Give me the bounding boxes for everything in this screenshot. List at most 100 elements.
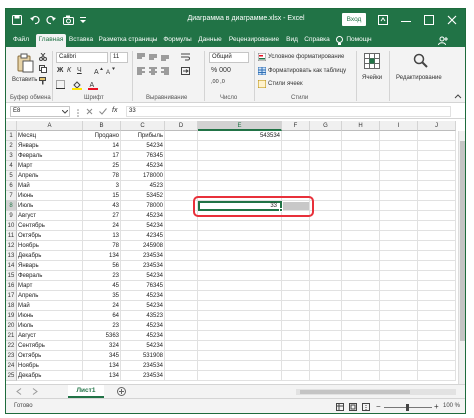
bold-button[interactable]: Ж [57,67,63,74]
cell-e[interactable] [198,231,282,241]
cell-e[interactable] [198,271,282,281]
cell-i[interactable] [380,251,418,261]
format-as-table-button[interactable]: Форматировать как таблицу [268,68,346,74]
cell-c[interactable]: 45234 [121,161,165,171]
close-icon[interactable] [447,15,457,25]
cell-d[interactable] [165,371,198,381]
cell-b[interactable]: 24 [83,301,121,311]
italic-button[interactable]: К [67,67,71,74]
cell-a[interactable]: Январь [17,141,83,151]
cell-a[interactable]: Декабрь [17,371,83,381]
cell-e[interactable] [198,251,282,261]
cell-f[interactable] [282,251,310,261]
cell-c[interactable]: 43523 [121,311,165,321]
cell-a[interactable]: Май [17,181,83,191]
cell-g[interactable] [310,341,342,351]
cell-b[interactable]: 14 [83,141,121,151]
cell-b[interactable]: 64 [83,311,121,321]
cell-f[interactable] [282,171,310,181]
cell-c[interactable]: 76345 [121,281,165,291]
tab-view[interactable]: Вид [283,34,301,47]
cell-g[interactable] [310,171,342,181]
cell-i[interactable] [380,131,418,141]
cell-a[interactable]: Январь [17,261,83,271]
cell-f[interactable] [282,331,310,341]
cell-a[interactable]: Октябрь [17,231,83,241]
cell-g[interactable] [310,201,342,211]
cell-c[interactable]: 54234 [121,221,165,231]
row-header[interactable]: 3 [6,151,17,161]
cell-d[interactable] [165,281,198,291]
cell-c[interactable]: 45234 [121,331,165,341]
redo-icon[interactable] [46,15,56,25]
cell-h[interactable] [342,161,380,171]
ribbon-display-icon[interactable] [378,15,388,25]
vertical-scrollbar[interactable] [458,131,465,384]
maximize-icon[interactable] [424,15,434,25]
decimal-buttons[interactable]: ,00 ,0 [211,79,225,85]
column-header[interactable]: J [418,121,456,131]
scrollbar-thumb[interactable] [460,141,465,341]
column-header[interactable]: A [17,121,83,131]
cell-c[interactable]: 53452 [121,191,165,201]
cell-d[interactable] [165,311,198,321]
cell-b[interactable]: 78 [83,241,121,251]
cell-d[interactable] [165,171,198,181]
cell-j[interactable] [418,371,456,381]
row-header[interactable]: 21 [6,331,17,341]
cell-d[interactable] [165,261,198,271]
cell-h[interactable] [342,281,380,291]
cell-styles-button[interactable]: Стили ячеек [268,81,303,87]
cell-h[interactable] [342,331,380,341]
cell-b[interactable]: 134 [83,361,121,371]
zoom-level[interactable]: 100 % [443,403,460,409]
undo-icon[interactable] [30,15,40,25]
column-header[interactable]: I [380,121,418,131]
increase-font-icon[interactable]: A [94,67,103,76]
cell-h[interactable] [342,311,380,321]
tell-me-label[interactable]: Помощн [345,34,373,47]
cell-c[interactable]: 42345 [121,231,165,241]
cell-a[interactable]: Декабрь [17,251,83,261]
cell-b[interactable]: 43 [83,201,121,211]
cell-a[interactable]: Май [17,301,83,311]
editing-button[interactable]: Редактирование [396,75,442,81]
cell-g[interactable] [310,351,342,361]
cell-e[interactable] [198,321,282,331]
cell-g[interactable] [310,161,342,171]
row-header[interactable]: 23 [6,351,17,361]
number-format-select[interactable]: Общий [209,52,249,63]
paste-icon[interactable] [16,53,34,73]
cell-a[interactable]: Август [17,211,83,221]
name-box[interactable]: E8 [10,106,70,117]
cell-h[interactable] [342,301,380,311]
cell-g[interactable] [310,281,342,291]
cell-j[interactable] [418,321,456,331]
cell-b[interactable]: 5363 [83,331,121,341]
cell-j[interactable] [418,291,456,301]
cell-c[interactable]: 234534 [121,371,165,381]
tab-page-layout[interactable]: Разметка страницы [96,34,160,47]
cell-h[interactable] [342,361,380,371]
cell-c[interactable]: 78000 [121,201,165,211]
cell-e[interactable] [198,311,282,321]
cell-i[interactable] [380,151,418,161]
cell-e[interactable] [198,361,282,371]
cell-e[interactable] [198,171,282,181]
cell-f[interactable] [282,291,310,301]
cell-g[interactable] [310,311,342,321]
cell-e[interactable] [198,351,282,361]
column-header[interactable]: B [83,121,121,131]
cell-d[interactable] [165,131,198,141]
cell-a[interactable]: Февраль [17,151,83,161]
cell-b[interactable]: 56 [83,261,121,271]
cell-c[interactable]: 45234 [121,211,165,221]
cell-c[interactable]: 45234 [121,291,165,301]
column-header[interactable]: D [165,121,198,131]
cell-f[interactable] [282,241,310,251]
cell-i[interactable] [380,261,418,271]
cell-h[interactable] [342,371,380,381]
cell-h[interactable] [342,191,380,201]
cell-h[interactable] [342,211,380,221]
cell-e[interactable] [198,331,282,341]
